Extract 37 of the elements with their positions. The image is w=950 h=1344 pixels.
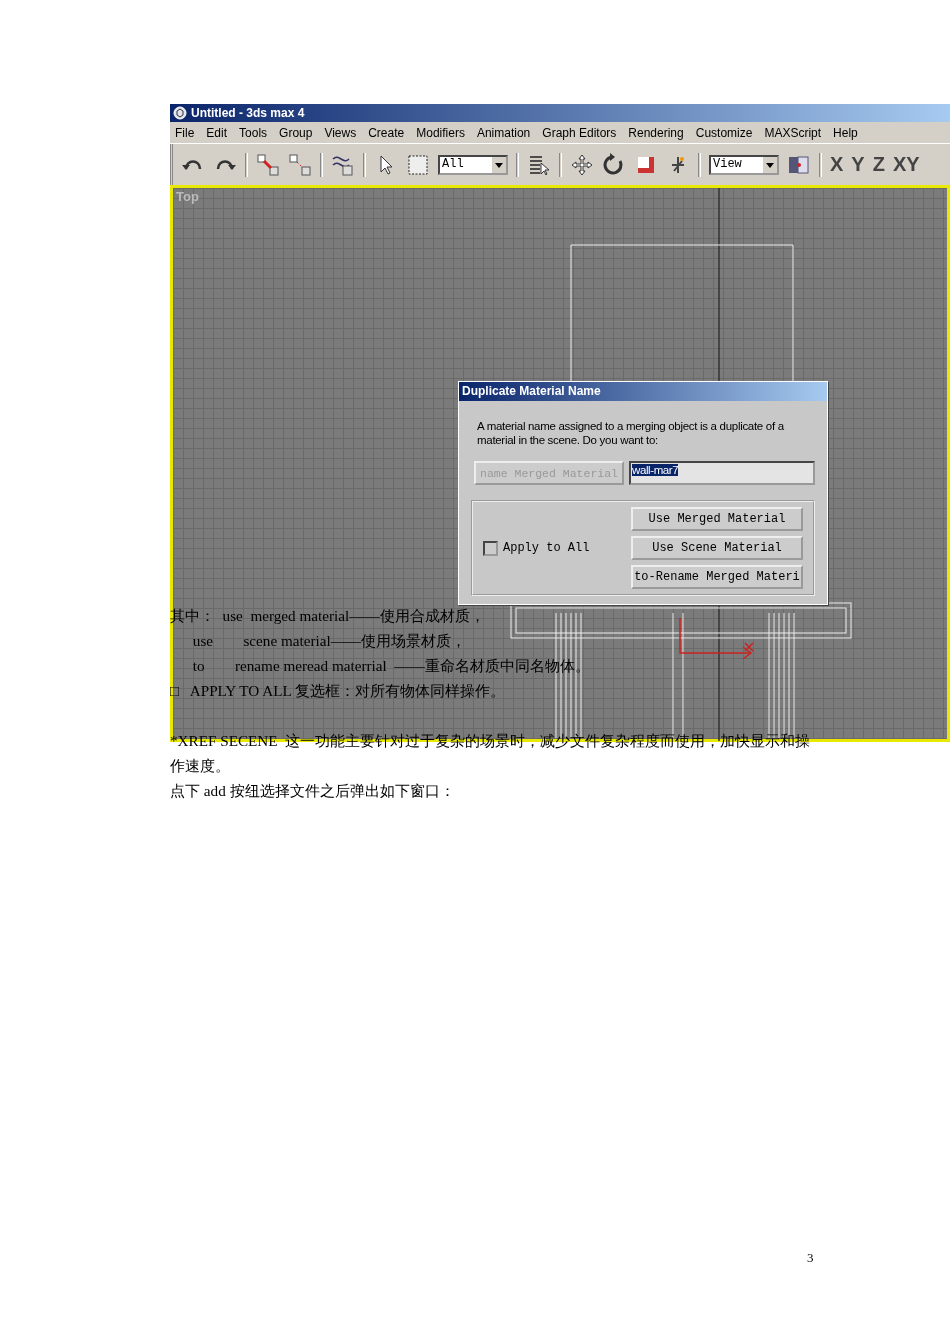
menu-item[interactable]: Views (324, 125, 357, 140)
unlink-icon[interactable] (288, 152, 312, 177)
menu-item[interactable]: Customize (695, 125, 753, 140)
menu-item[interactable]: Tools (239, 125, 268, 140)
region-select-icon[interactable] (406, 152, 430, 177)
link-icon[interactable] (256, 152, 280, 177)
axis-button[interactable]: Z (872, 153, 885, 176)
menu-item[interactable]: Create (368, 125, 405, 140)
menu-item[interactable]: File (175, 125, 195, 140)
menu-item[interactable]: Help (833, 125, 858, 140)
axis-button[interactable]: Y (851, 153, 865, 176)
selection-filter-dropdown[interactable]: All (438, 154, 508, 175)
menu-item[interactable]: Rendering (628, 125, 684, 140)
name-field[interactable]: wall-mar7 (629, 461, 815, 485)
checkbox[interactable] (483, 540, 498, 556)
dialog-message: A material name assigned to a merging object is a duplicate of a material in the scene. Do you want to: (477, 419, 785, 447)
paragraph: use scene material——使用场景材质， (191, 631, 467, 651)
move-icon[interactable] (570, 152, 594, 177)
dialog-title: Duplicate Material Name (459, 382, 827, 401)
menu-item[interactable]: Edit (206, 125, 228, 140)
menu-item[interactable]: Modifiers (416, 125, 465, 140)
paragraph: to rename meread materrial ——重命名材质中同名物体。 (191, 656, 590, 676)
axis-button[interactable]: X (830, 153, 844, 176)
menu-item[interactable]: Animation (476, 125, 531, 140)
menu-item[interactable]: Group (279, 125, 313, 140)
reference-coordinate-dropdown[interactable]: View (709, 154, 779, 175)
dialog-button[interactable]: Use Scene Material (631, 536, 803, 560)
page-number: 3 (807, 1250, 814, 1266)
dialog-button[interactable]: Use Merged Material (631, 507, 803, 531)
app-icon (173, 106, 187, 120)
axis-button[interactable]: XY (892, 153, 920, 176)
paragraph: 点下 add 按纽选择文件之后弹出如下窗口： (170, 781, 455, 801)
checkbox-label[interactable]: Apply to All (503, 541, 590, 555)
menu-item[interactable]: MAXScript (764, 125, 822, 140)
menu-item[interactable]: Graph Editors (542, 125, 617, 140)
window-title: Untitled - 3ds max 4 (191, 106, 305, 120)
dialog-button[interactable]: to-Rename Merged Materi (631, 565, 803, 589)
